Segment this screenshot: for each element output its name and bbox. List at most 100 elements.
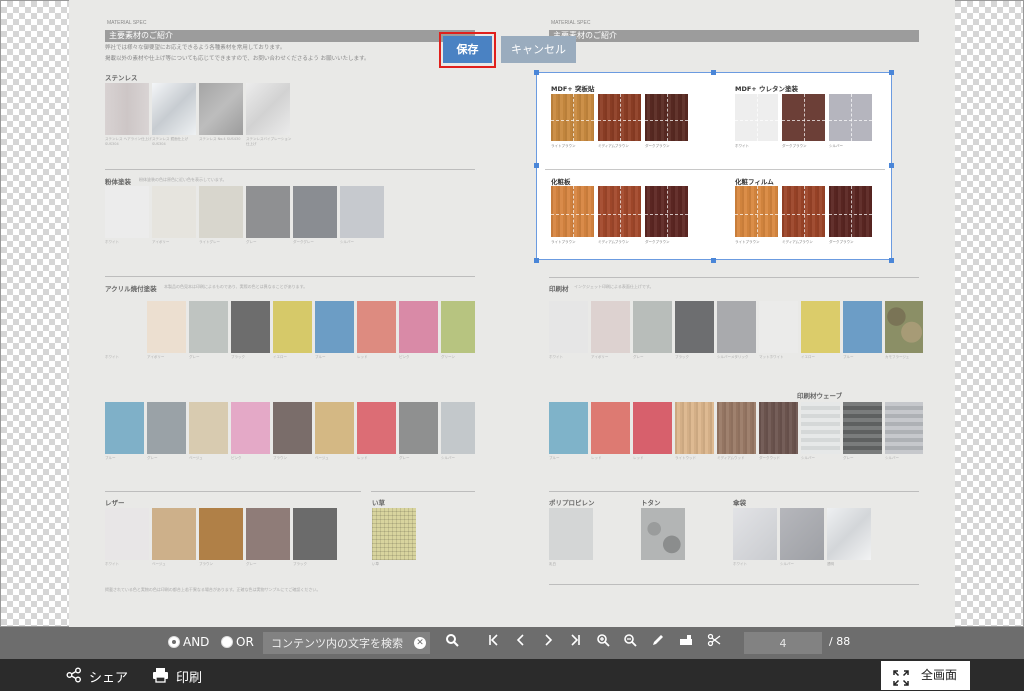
resize-handle-e[interactable] (889, 163, 894, 168)
viewer-toolbar: AND OR ✕ / 88 (0, 627, 1024, 659)
divider (545, 169, 885, 170)
fullscreen-button[interactable]: 全画面 (881, 661, 970, 690)
and-label: AND (183, 635, 210, 649)
resize-handle-n[interactable] (711, 70, 716, 75)
print-button[interactable]: 印刷 (176, 667, 202, 686)
swatch-caption: アイボリー (152, 240, 170, 244)
divider (371, 491, 475, 492)
next-page-icon[interactable] (538, 633, 558, 653)
swatch-caption: レッド (357, 355, 368, 359)
swatch (549, 301, 588, 353)
clear-search-icon[interactable]: ✕ (414, 637, 426, 649)
bottom-bar: シェア 印刷 (0, 659, 1024, 691)
swatch-caption: シルバー (780, 562, 794, 566)
swatch-caption: グレー (843, 456, 854, 460)
swatch (105, 186, 149, 238)
swatch-caption: グレー (189, 355, 200, 359)
swatch (829, 186, 872, 237)
section-title-sanbo: 傘袋 (733, 499, 746, 507)
swatch-caption: ホワイト (105, 562, 119, 566)
section-note: インクジェット印刷による表面仕上げです。 (574, 284, 654, 289)
swatch (551, 186, 594, 237)
resize-handle-w[interactable] (534, 163, 539, 168)
swatch (598, 94, 641, 141)
section-title-igusa: い草 (372, 499, 385, 507)
swatch (147, 402, 186, 454)
swatch (641, 508, 685, 560)
swatch-caption: ブラック (293, 562, 307, 566)
fullscreen-label: 全画面 (921, 668, 958, 682)
swatch-caption: ライトグレー (199, 240, 220, 244)
swatch-caption: イエロー (273, 355, 287, 359)
swatch-caption: ホワイト (549, 355, 563, 359)
swatch-caption: ホワイト (735, 144, 749, 148)
section-title-mdf-veneer: MDF+ 突板貼 (551, 85, 595, 93)
swatch (441, 402, 475, 454)
swatch (441, 301, 475, 353)
scissors-icon[interactable] (704, 633, 724, 653)
swatch-caption: 乳白 (549, 562, 556, 566)
section-title-print-wave: 印刷材ウェーブ (797, 392, 843, 400)
swatch-caption: ピンク (399, 355, 410, 359)
zoom-out-icon[interactable] (620, 633, 640, 653)
cancel-button[interactable]: キャンセル (501, 36, 576, 63)
swatch-caption: グレー (246, 240, 257, 244)
last-page-icon[interactable] (565, 633, 585, 653)
swatch (645, 186, 688, 237)
swatch (633, 402, 672, 454)
swatch-caption: ホワイト (105, 240, 119, 244)
swatch (551, 94, 594, 141)
swatch (733, 508, 777, 560)
swatch-caption: シルバー (441, 456, 455, 460)
resize-handle-ne[interactable] (889, 70, 894, 75)
and-radio[interactable] (168, 636, 180, 648)
or-radio[interactable] (221, 636, 233, 648)
swatch-caption: 透明 (827, 562, 834, 566)
first-page-icon[interactable] (484, 633, 504, 653)
swatch (885, 402, 923, 454)
swatch (735, 186, 778, 237)
swatch (147, 301, 186, 353)
swatch (759, 301, 798, 353)
spec-label: MATERIAL SPEC (551, 20, 591, 26)
edit-selection-area[interactable]: MDF+ 突板貼 ライトブラウン ミディアムブラウン ダークブラウン MDF+ … (536, 72, 892, 260)
save-button[interactable]: 保存 (443, 36, 492, 63)
marker-icon[interactable] (676, 633, 696, 653)
swatch (315, 402, 354, 454)
swatch-caption: ブラック (231, 355, 245, 359)
swatch-caption: ホワイト (105, 355, 119, 359)
resize-handle-se[interactable] (889, 258, 894, 263)
swatch-caption: ステンレス 鏡面仕上げ SUS304 (152, 137, 189, 146)
swatch (246, 186, 290, 238)
pen-icon[interactable] (648, 633, 668, 653)
swatch-caption: ベージュ (189, 456, 203, 460)
swatch-caption: マットホワイト (759, 355, 784, 359)
resize-handle-s[interactable] (711, 258, 716, 263)
swatch (152, 83, 196, 135)
swatch (340, 186, 384, 238)
swatch-caption: グリーン (441, 355, 455, 359)
search-input[interactable] (263, 632, 430, 654)
swatch-caption: グレー (399, 456, 410, 460)
section-note: 本製品の色見本は印刷によるものであり、実際の色とは異なることがあります。 (164, 284, 308, 289)
share-icon[interactable] (66, 667, 82, 687)
swatch-caption: ライトブラウン (735, 240, 760, 244)
resize-handle-nw[interactable] (534, 70, 539, 75)
zoom-in-icon[interactable] (593, 633, 613, 653)
swatch (885, 301, 923, 353)
prev-page-icon[interactable] (511, 633, 531, 653)
search-icon[interactable] (442, 633, 462, 653)
resize-handle-sw[interactable] (534, 258, 539, 263)
share-button[interactable]: シェア (89, 667, 128, 686)
print-icon[interactable] (152, 667, 169, 687)
swatch (645, 94, 688, 141)
intro-text-2: 掲載以外の素材や仕上げ等についても応じてできますので、お問い合わせくださるよう … (105, 56, 370, 62)
swatch-caption: シルバー (801, 456, 815, 460)
section-title-pp: ポリプロピレン (549, 499, 595, 507)
swatch (293, 508, 337, 560)
swatch-caption: イエロー (801, 355, 815, 359)
section-title-totan: トタン (641, 499, 661, 507)
divider (105, 276, 475, 277)
swatch-caption: ステンレス No.4 SUS430 (199, 137, 241, 141)
page-number-input[interactable] (744, 632, 822, 654)
